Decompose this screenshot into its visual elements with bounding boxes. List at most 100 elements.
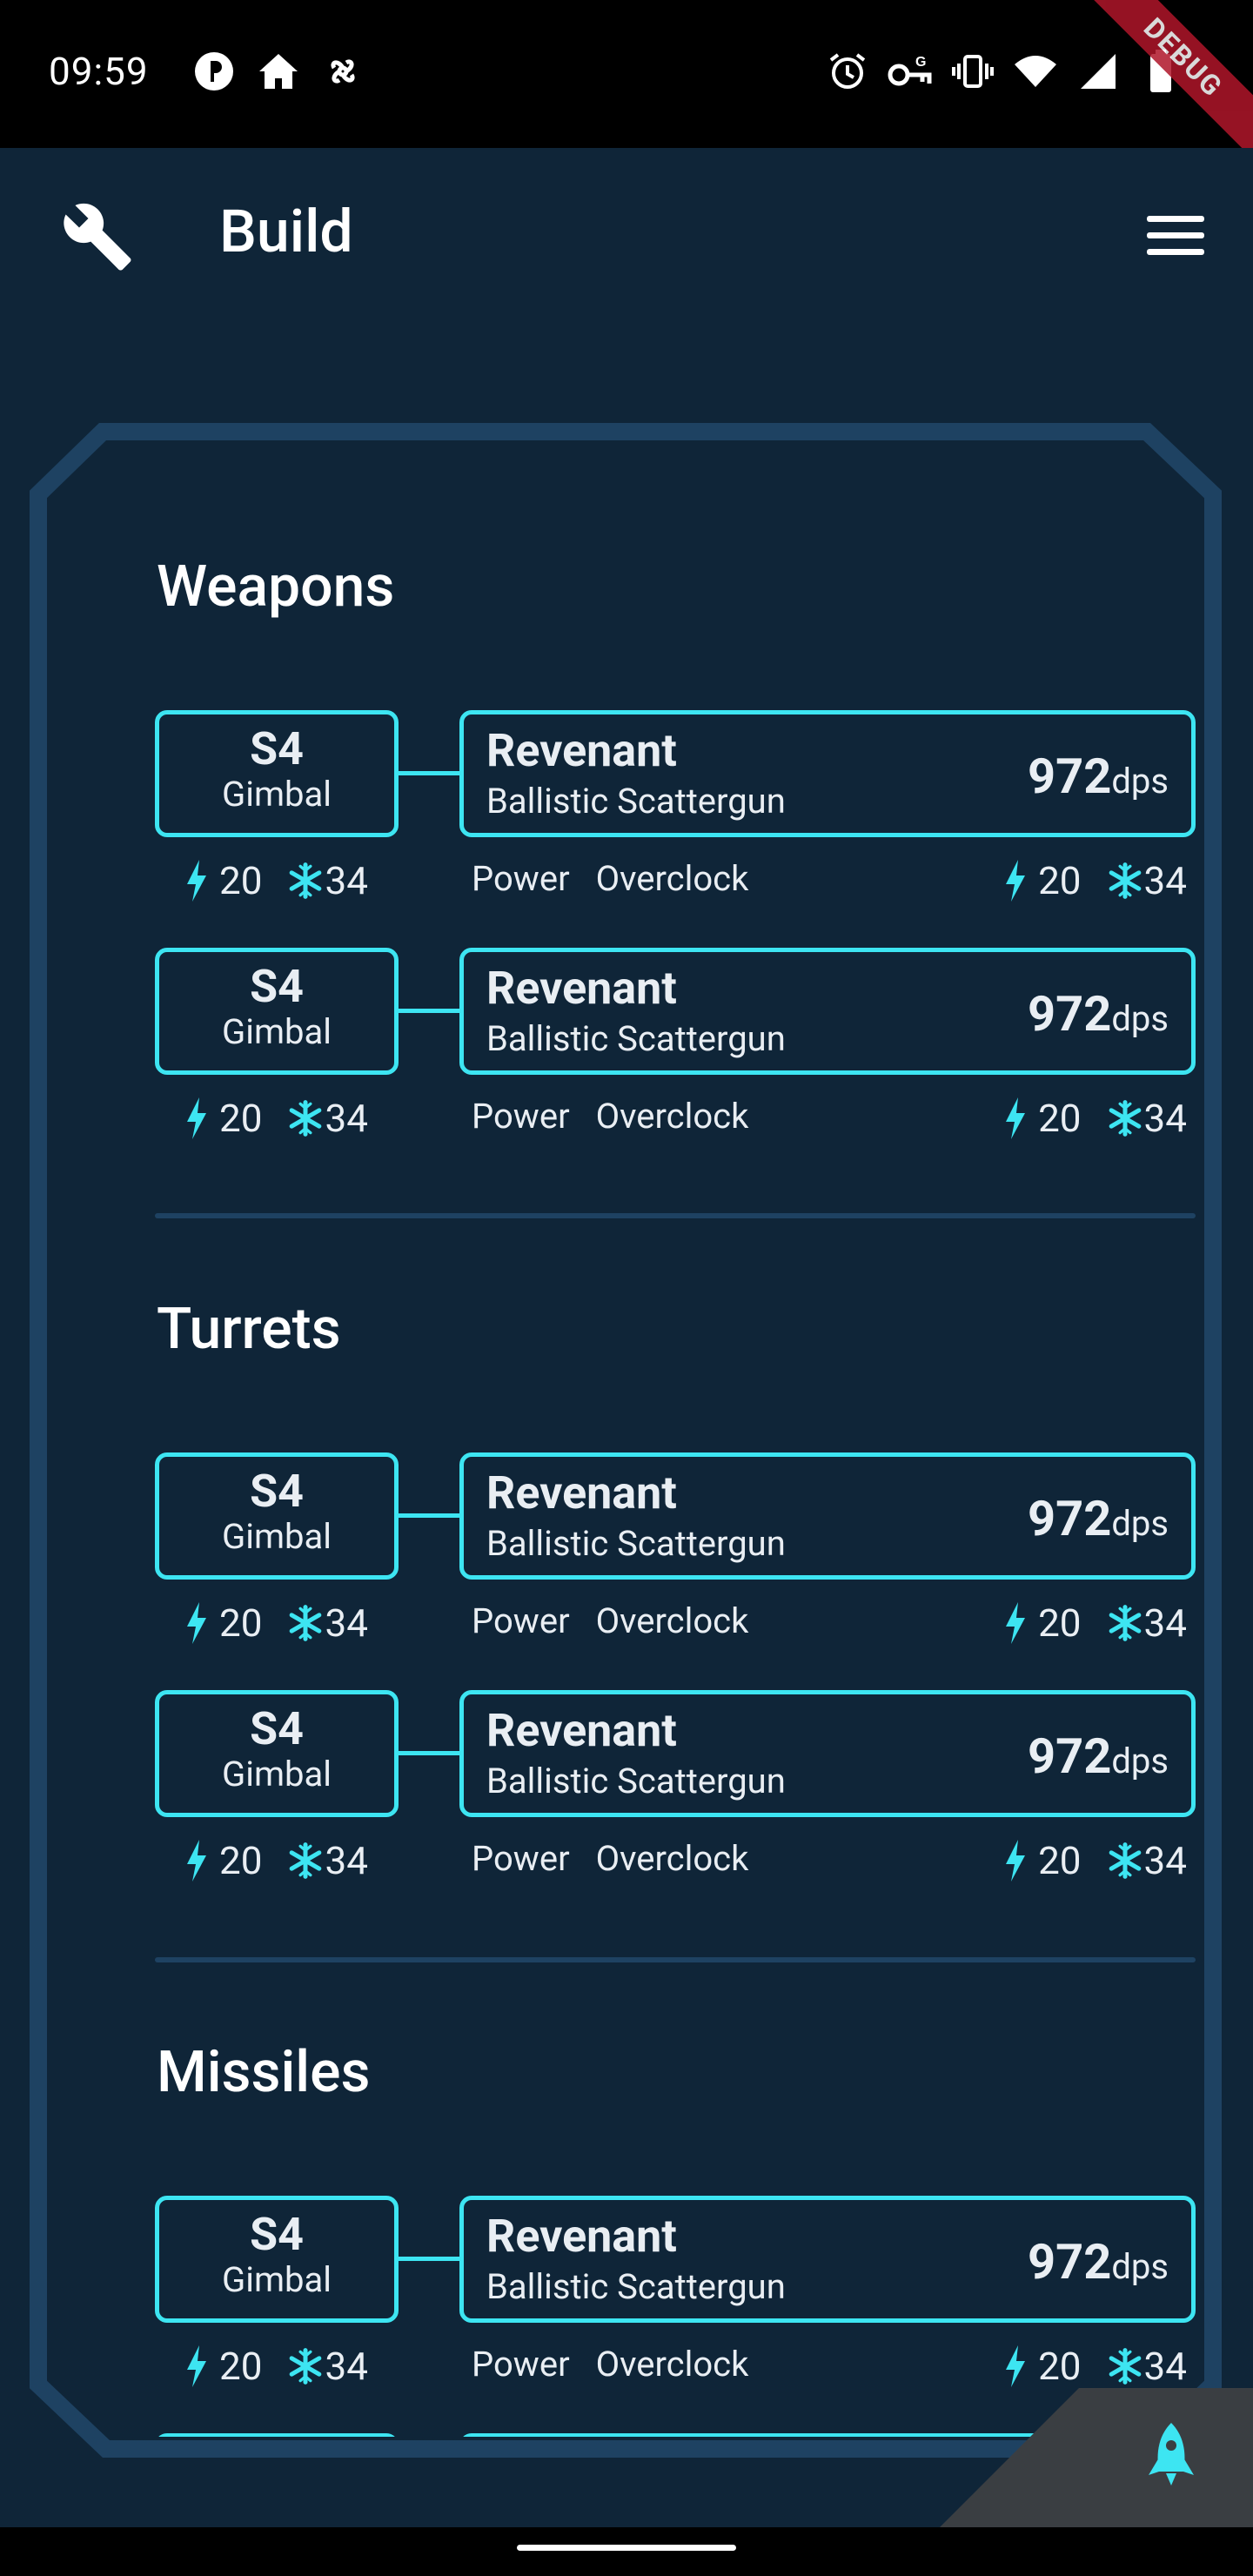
section-title-weapons: Weapons	[157, 553, 395, 621]
mount-stats: 20 34	[179, 1600, 368, 1646]
cooling-icon	[288, 2345, 323, 2387]
weapon-description: Ballistic Scattergun	[486, 2266, 786, 2307]
page-title: Build	[219, 197, 353, 266]
weapon-options: Power Overclock	[472, 858, 748, 899]
power-option[interactable]: Power	[472, 1600, 570, 1641]
mount-type: Gimbal	[222, 2259, 332, 2300]
power-icon	[998, 860, 1033, 902]
cooling-value: 34	[1143, 858, 1187, 903]
weapon-stats: 20 34	[998, 1838, 1187, 1883]
menu-icon[interactable]	[1147, 216, 1204, 258]
status-left-icons	[191, 49, 365, 94]
overclock-option[interactable]: Overclock	[596, 858, 749, 899]
weapon-options: Power Overclock	[472, 1600, 748, 1641]
weapon-dps: 972dps	[1028, 2231, 1169, 2298]
weapon-slot-button[interactable]: RevenantBallistic Scattergun 972dps	[459, 1690, 1196, 1817]
power-value: 20	[219, 2344, 263, 2389]
weapon-slot-button[interactable]: RevenantBallistic Scattergun 972dps	[459, 2196, 1196, 2323]
cooling-value: 34	[325, 1600, 368, 1646]
weapon-slot-button[interactable]: RevenantBallistic Scattergun 972dps	[459, 710, 1196, 837]
power-value: 20	[1038, 1096, 1082, 1141]
mount-slot-button[interactable]: S4Gimbal	[155, 1452, 399, 1580]
home-gesture-handle[interactable]	[517, 2545, 736, 2551]
weapon-slot-button[interactable]: RevenantBallistic Scattergun 972dps	[459, 1452, 1196, 1580]
weapon-options: Power Overclock	[472, 1096, 748, 1137]
power-option[interactable]: Power	[472, 1838, 570, 1879]
vibrate-icon	[950, 49, 995, 94]
slot-connector	[399, 771, 461, 775]
power-value: 20	[219, 1600, 263, 1646]
mount-slot-button[interactable]: S4Gimbal	[155, 948, 399, 1075]
dps-value: 972	[1027, 1490, 1112, 1547]
dps-unit: dps	[1111, 761, 1169, 802]
power-icon	[998, 1602, 1033, 1644]
power-icon	[998, 1840, 1033, 1882]
weapon-description: Ballistic Scattergun	[486, 1523, 786, 1564]
cooling-value: 34	[325, 1838, 368, 1883]
power-icon	[179, 1602, 214, 1644]
app-bar: Build	[0, 148, 1253, 322]
vpn-key-icon: G	[888, 49, 933, 94]
power-option[interactable]: Power	[472, 1096, 570, 1137]
dps-value: 972	[1027, 1727, 1112, 1785]
power-option[interactable]: Power	[472, 858, 570, 899]
power-option[interactable]: Power	[472, 2344, 570, 2385]
power-value: 20	[1038, 1600, 1082, 1646]
power-value: 20	[1038, 858, 1082, 903]
dps-unit: dps	[1111, 1741, 1169, 1781]
privacy-icon	[191, 49, 237, 94]
slot-connector	[399, 1009, 461, 1013]
cooling-value: 34	[325, 858, 368, 903]
weapon-name: Revenant	[486, 2210, 677, 2263]
weapon-slot-button[interactable]: RevenantBallistic Scattergun 972dps	[459, 948, 1196, 1075]
weapon-name: Revenant	[486, 962, 677, 1015]
system-nav-bar	[0, 2527, 1253, 2576]
cooling-icon	[1108, 1840, 1142, 1882]
mount-stats: 20 34	[179, 2344, 368, 2389]
mount-size: S4	[250, 722, 304, 775]
hardpoint-row: S4Gimbal RevenantBallistic Scattergun 972d…	[155, 710, 1199, 936]
build-content: Weapons S4 Gimbal Revenant Ballistic Scatter…	[49, 426, 1206, 2437]
mount-slot-button[interactable]: S4Gimbal	[155, 710, 399, 837]
status-time: 09:59	[49, 49, 149, 94]
dps-value: 972	[1027, 985, 1112, 1043]
cooling-value: 34	[1143, 2344, 1187, 2389]
mount-slot-button[interactable]: S4Gimbal	[155, 2196, 399, 2323]
cooling-icon	[1108, 2345, 1142, 2387]
launch-button[interactable]	[940, 2388, 1253, 2527]
mount-slot-button[interactable]: S4Gimbal	[155, 1690, 399, 1817]
power-icon	[179, 860, 214, 902]
weapon-name: Revenant	[486, 1704, 677, 1757]
mount-type: Gimbal	[222, 1516, 332, 1557]
overclock-option[interactable]: Overclock	[596, 1838, 749, 1879]
power-value: 20	[219, 1838, 263, 1883]
overclock-option[interactable]: Overclock	[596, 2344, 749, 2385]
signal-icon	[1075, 49, 1121, 94]
wifi-icon	[1013, 49, 1058, 94]
alarm-icon	[825, 49, 870, 94]
weapon-description: Ballistic Scattergun	[486, 781, 786, 822]
cooling-value: 34	[325, 2344, 368, 2389]
cooling-value: 34	[1143, 1838, 1187, 1883]
weapon-description: Ballistic Scattergun	[486, 1018, 786, 1059]
mount-slot-button[interactable]: S4Gimbal	[155, 2433, 399, 2437]
mount-size: S4	[250, 1702, 304, 1755]
mount-size: S4	[250, 1465, 304, 1518]
power-icon	[998, 2345, 1033, 2387]
fan-icon	[320, 49, 365, 94]
power-icon	[179, 1840, 214, 1882]
cooling-icon	[1108, 1097, 1142, 1139]
hardpoint-row: S4Gimbal RevenantBallistic Scattergun 972d…	[155, 1690, 1199, 1916]
power-value: 20	[219, 858, 263, 903]
weapon-dps: 972dps	[1028, 1488, 1169, 1554]
overclock-option[interactable]: Overclock	[596, 1600, 749, 1641]
weapon-description: Ballistic Scattergun	[486, 1761, 786, 1801]
dps-value: 972	[1027, 2233, 1112, 2291]
status-bar: 09:59 G DEBUG	[0, 0, 1253, 166]
overclock-option[interactable]: Overclock	[596, 1096, 749, 1137]
dps-value: 972	[1027, 748, 1112, 805]
section-divider	[155, 1957, 1196, 1962]
wrench-icon[interactable]	[61, 200, 134, 273]
cooling-value: 34	[325, 1096, 368, 1141]
cooling-icon	[288, 1840, 323, 1882]
